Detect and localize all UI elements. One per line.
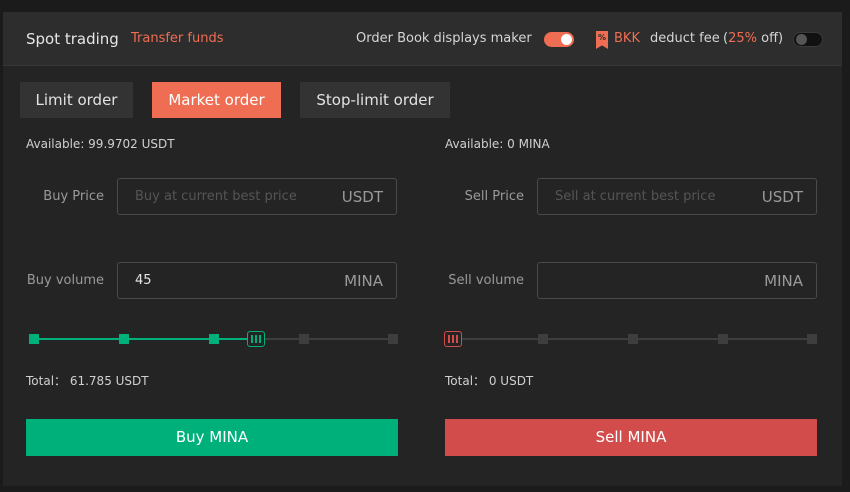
sell-total: Total： 0 USDT [445,374,534,388]
sell-price-label: Sell Price [464,189,524,204]
order-book-maker-toggle[interactable] [544,32,574,47]
toggle-knob [796,34,807,45]
bottom-edge [0,486,850,492]
bkk-deduct-toggle[interactable] [793,32,823,47]
slider-step-50[interactable] [209,334,219,344]
sell-volume-field: MINA [537,262,817,299]
left-edge [0,0,3,492]
page-title: Spot trading [26,30,119,48]
buy-mina-button[interactable]: Buy MINA [26,419,398,456]
sell-volume-label: Sell volume [448,273,524,288]
buy-price-unit: USDT [341,188,383,206]
slider-fill [34,338,257,340]
tab-market-order[interactable]: Market order [152,82,281,118]
discount-percent: 25% [728,31,757,46]
slider-step-75[interactable] [718,334,728,344]
slider-step-25[interactable] [538,334,548,344]
bkk-discount-icon: % [596,31,608,49]
buy-volume-label: Buy volume [26,273,104,288]
spot-trading-panel: Spot trading Transfer funds Order Book d… [0,0,850,492]
buy-volume-unit: MINA [344,272,383,290]
buy-percent-slider[interactable] [28,331,400,347]
discount-label: (25% off) [723,31,783,46]
sell-price-input[interactable] [538,179,748,214]
transfer-funds-link[interactable]: Transfer funds [131,31,224,46]
header-bar: Spot trading Transfer funds Order Book d… [3,12,842,66]
top-strip [0,0,850,12]
slider-step-100[interactable] [807,334,817,344]
sell-volume-unit: MINA [764,272,803,290]
slider-step-75[interactable] [299,334,309,344]
slider-handle[interactable] [247,331,266,347]
slider-handle[interactable] [444,331,462,347]
sell-price-unit: USDT [761,188,803,206]
sell-available-balance: Available: 0 MINA [445,137,550,151]
slider-step-25[interactable] [119,334,129,344]
sell-price-field: USDT [537,178,817,215]
slider-step-0[interactable] [29,334,39,344]
buy-volume-input[interactable] [118,263,328,298]
sell-mina-button[interactable]: Sell MINA [445,419,817,456]
buy-price-input[interactable] [118,179,328,214]
order-book-maker-label: Order Book displays maker [356,31,532,46]
slider-step-50[interactable] [628,334,638,344]
deduct-fee-label: deduct fee [650,31,720,46]
sell-percent-slider[interactable] [444,331,819,347]
buy-price-label: Buy Price [43,189,104,204]
discount-close: off) [756,31,784,46]
tab-stop-limit-order[interactable]: Stop-limit order [300,82,450,118]
tab-limit-order[interactable]: Limit order [20,82,133,118]
sell-volume-input[interactable] [538,263,748,298]
buy-available-balance: Available: 99.9702 USDT [26,137,175,151]
buy-price-field: USDT [117,178,397,215]
buy-volume-field: MINA [117,262,397,299]
right-edge [842,0,850,492]
slider-step-100[interactable] [388,334,398,344]
toggle-knob [561,34,572,45]
bkk-label: BKK [614,31,640,46]
buy-total: Total： 61.785 USDT [26,374,149,388]
